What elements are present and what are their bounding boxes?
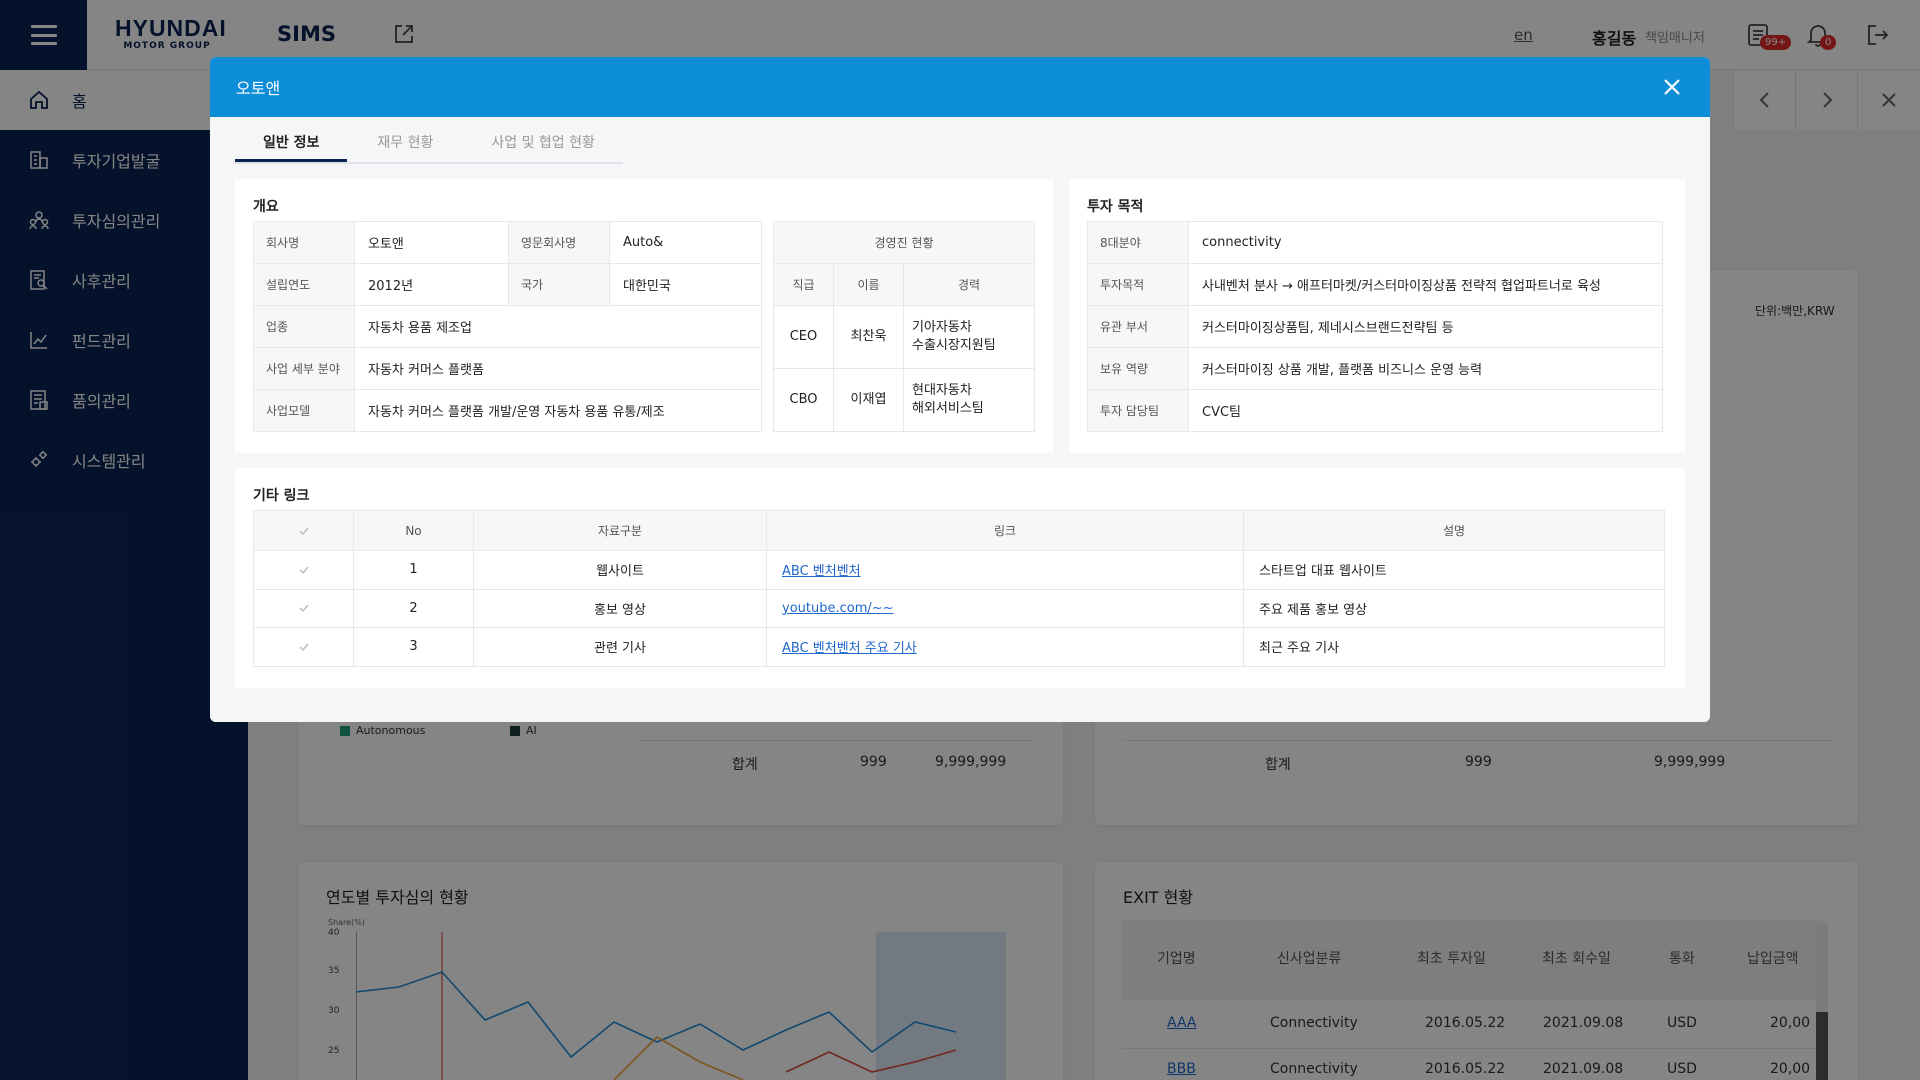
purpose-table: 8대분야 connectivity 투자목적 사내벤처 분사 → 애프터마켓/커… bbox=[1087, 221, 1663, 432]
links-title: 기타 링크 bbox=[253, 488, 310, 504]
col-link: 링크 bbox=[766, 510, 1244, 551]
check-icon bbox=[299, 566, 309, 574]
tab-financial[interactable]: 재무 현황 bbox=[347, 132, 463, 162]
purpose-row-value: 사내벤처 분사 → 애프터마켓/커스터마이징상품 전략적 협업파트너로 육성 bbox=[1188, 263, 1663, 306]
purpose-row-label: 8대분야 bbox=[1087, 221, 1189, 264]
purpose-row-label: 보유 역량 bbox=[1087, 347, 1189, 390]
overview-table: 회사명 오토앤 영문회사명 Auto& 설립연도 2012년 국가 대한민국 업… bbox=[253, 221, 762, 432]
model-label: 사업모델 bbox=[253, 389, 355, 432]
col-no: No bbox=[353, 510, 474, 551]
modal-title: 오토앤 bbox=[236, 79, 281, 98]
overview-title: 개요 bbox=[253, 199, 279, 215]
purpose-row-value: 커스터마이징상품팀, 제네시스브랜드전략팀 등 bbox=[1188, 305, 1663, 348]
row-checkbox[interactable] bbox=[253, 627, 354, 667]
industry-value: 자동차 용품 제조업 bbox=[354, 305, 762, 348]
eng-name-label: 영문회사명 bbox=[508, 221, 610, 264]
purpose-row-label: 유관 부서 bbox=[1087, 305, 1189, 348]
table-row: 2 홍보 영상 youtube.com/~~ 주요 제품 홍보 영상 bbox=[253, 588, 1665, 628]
links-panel: 기타 링크 No 자료구분 링크 설명 1 웹사이트 ABC 벤처벤처 스타트업 bbox=[235, 468, 1685, 688]
executives-title: 경영진 현황 bbox=[773, 221, 1035, 264]
tab-general-info[interactable]: 일반 정보 bbox=[235, 132, 348, 162]
col-desc: 설명 bbox=[1243, 510, 1665, 551]
table-row: 3 관련 기사 ABC 벤처벤처 주요 기사 최근 주요 기사 bbox=[253, 627, 1665, 667]
row-checkbox[interactable] bbox=[253, 588, 354, 628]
purpose-panel: 투자 목적 8대분야 connectivity 투자목적 사내벤처 분사 → 애… bbox=[1069, 179, 1685, 453]
col-type: 자료구분 bbox=[473, 510, 767, 551]
link-anchor[interactable]: ABC 벤처벤처 bbox=[782, 564, 861, 579]
eng-name-value: Auto& bbox=[609, 221, 762, 264]
founded-value: 2012년 bbox=[354, 263, 509, 306]
check-icon bbox=[299, 604, 309, 613]
company-label: 회사명 bbox=[253, 221, 355, 264]
model-value: 자동차 커머스 플랫폼 개발/운영 자동차 용품 유통/제조 bbox=[354, 389, 762, 432]
links-table: No 자료구분 링크 설명 1 웹사이트 ABC 벤처벤처 스타트업 대표 웹사… bbox=[253, 510, 1665, 667]
link-anchor[interactable]: youtube.com/~~ bbox=[782, 601, 894, 616]
row-checkbox[interactable] bbox=[253, 550, 354, 590]
tab-business-collab[interactable]: 사업 및 협업 현황 bbox=[463, 132, 623, 162]
executive-row: CBO 이재엽 현대자동차 해외서비스팀 bbox=[773, 368, 1035, 432]
purpose-row-value: CVC팀 bbox=[1188, 389, 1663, 432]
purpose-row-value: connectivity bbox=[1188, 221, 1663, 264]
modal-header: 오토앤 bbox=[210, 57, 1710, 117]
close-icon[interactable] bbox=[1660, 75, 1684, 99]
purpose-title: 투자 목적 bbox=[1087, 199, 1144, 215]
purpose-row-label: 투자 담당팀 bbox=[1087, 389, 1189, 432]
modal-tabs: 일반 정보 재무 현황 사업 및 협업 현황 bbox=[235, 132, 623, 164]
select-all-checkbox[interactable] bbox=[253, 510, 354, 551]
country-value: 대한민국 bbox=[609, 263, 762, 306]
company-detail-modal: 오토앤 일반 정보 재무 현황 사업 및 협업 현황 개요 회사명 오토앤 영문… bbox=[210, 57, 1710, 722]
modal-body: 일반 정보 재무 현황 사업 및 협업 현황 개요 회사명 오토앤 영문회사명 … bbox=[210, 117, 1710, 722]
col-career: 경력 bbox=[903, 263, 1035, 306]
founded-label: 설립연도 bbox=[253, 263, 355, 306]
overview-panel: 개요 회사명 오토앤 영문회사명 Auto& 설립연도 2012년 국가 대한민… bbox=[235, 179, 1053, 453]
executive-row: CEO 최찬욱 기아자동차 수출시장지원팀 bbox=[773, 305, 1035, 369]
purpose-row-value: 커스터마이징 상품 개발, 플랫폼 비즈니스 운영 능력 bbox=[1188, 347, 1663, 390]
purpose-row-label: 투자목적 bbox=[1087, 263, 1189, 306]
field-value: 자동차 커머스 플랫폼 bbox=[354, 347, 762, 390]
company-value: 오토앤 bbox=[354, 221, 509, 264]
country-label: 국가 bbox=[508, 263, 610, 306]
link-anchor[interactable]: ABC 벤처벤처 주요 기사 bbox=[782, 641, 917, 656]
col-position: 직급 bbox=[773, 263, 834, 306]
table-row: 1 웹사이트 ABC 벤처벤처 스타트업 대표 웹사이트 bbox=[253, 550, 1665, 590]
check-icon bbox=[299, 527, 309, 535]
col-name: 이름 bbox=[833, 263, 904, 306]
executives-table: 경영진 현황 직급 이름 경력 CEO 최찬욱 기아자동차 수출시장지원팀 CBO… bbox=[773, 221, 1035, 432]
industry-label: 업종 bbox=[253, 305, 355, 348]
field-label: 사업 세부 분야 bbox=[253, 347, 355, 390]
check-icon bbox=[299, 643, 309, 651]
